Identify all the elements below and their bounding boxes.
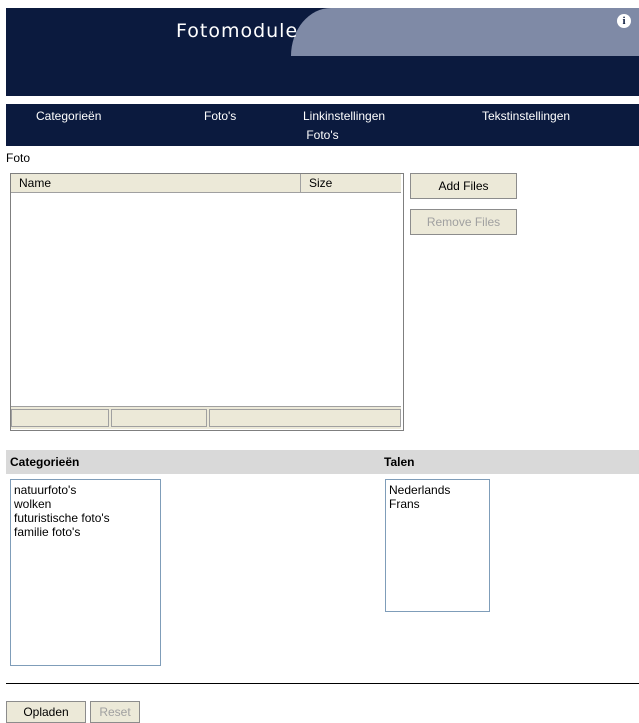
section-label: Foto <box>6 151 31 165</box>
main-nav: Categorieën Foto's Linkinstellingen Teks… <box>6 104 639 146</box>
nav-item-linkinstellingen[interactable]: Linkinstellingen <box>303 109 385 123</box>
nav-item-fotos[interactable]: Foto's <box>204 109 236 123</box>
categories-listbox[interactable]: natuurfoto's wolken futuristische foto's… <box>10 479 161 666</box>
reset-button[interactable]: Reset <box>90 701 140 723</box>
languages-listbox[interactable]: Nederlands Frans <box>385 479 490 612</box>
file-list-header: Name Size <box>11 174 401 193</box>
file-list-statusbar <box>11 406 401 429</box>
nav-current-page: Foto's <box>306 128 339 142</box>
divider <box>6 683 639 684</box>
info-icon[interactable]: i <box>617 14 631 28</box>
column-header-size[interactable]: Size <box>301 174 401 192</box>
top-strip <box>0 0 639 8</box>
status-cell <box>11 409 109 427</box>
list-item[interactable]: wolken <box>14 497 157 511</box>
list-item[interactable]: Nederlands <box>389 483 486 497</box>
list-item[interactable]: futuristische foto's <box>14 511 157 525</box>
lists-header: Categorieën Talen <box>6 450 639 474</box>
status-cell <box>111 409 207 427</box>
app-header: Fotomodule i <box>6 8 639 96</box>
nav-item-categorieen[interactable]: Categorieën <box>36 109 101 123</box>
column-header-name[interactable]: Name <box>11 174 301 192</box>
list-item[interactable]: Frans <box>389 497 486 511</box>
status-cell <box>209 409 401 427</box>
list-item[interactable]: familie foto's <box>14 525 157 539</box>
app-title: Fotomodule <box>176 20 299 42</box>
nav-item-tekstinstellingen[interactable]: Tekstinstellingen <box>482 109 570 123</box>
file-list[interactable]: Name Size <box>10 173 404 431</box>
nav-row: Categorieën Foto's Linkinstellingen Teks… <box>6 106 639 126</box>
upload-button[interactable]: Opladen <box>6 701 86 723</box>
list-item[interactable]: natuurfoto's <box>14 483 157 497</box>
header-tab-shape <box>291 8 639 56</box>
languages-label: Talen <box>384 455 415 469</box>
add-files-button[interactable]: Add Files <box>410 173 517 199</box>
remove-files-button[interactable]: Remove Files <box>410 209 517 235</box>
categories-label: Categorieën <box>10 455 80 469</box>
